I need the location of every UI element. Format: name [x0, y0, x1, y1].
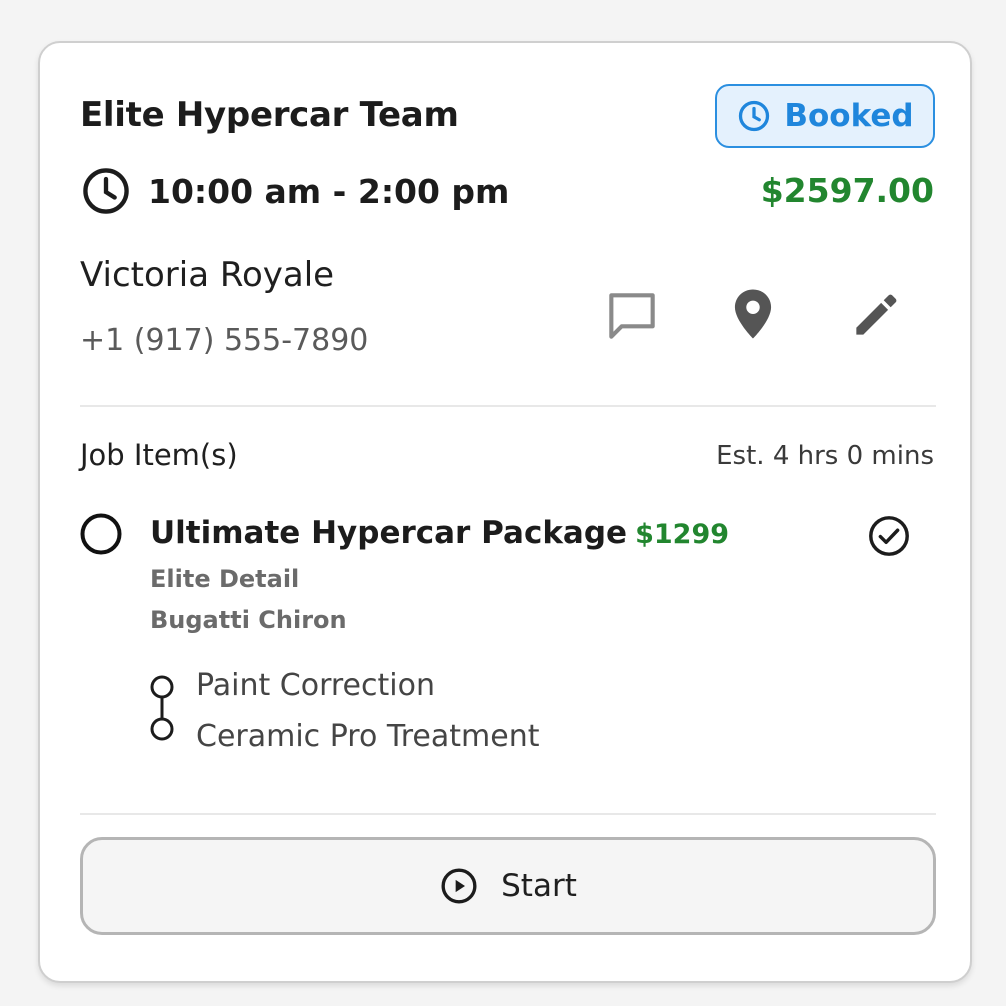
- start-button[interactable]: Start: [80, 837, 936, 935]
- service-timeline-icon: [150, 675, 174, 741]
- job-item-package: Elite Detail: [150, 565, 300, 593]
- job-item-name: Ultimate Hypercar Package: [150, 515, 628, 551]
- edit-pencil-icon[interactable]: [846, 283, 908, 345]
- customer-name: Victoria Royale: [80, 255, 335, 295]
- status-label: Booked: [784, 98, 914, 134]
- service-item: Paint Correction: [196, 668, 435, 703]
- job-item-title: Ultimate Hypercar Package $1299: [150, 515, 729, 551]
- customer-phone[interactable]: +1 (917) 555-7890: [80, 323, 368, 358]
- chat-icon[interactable]: [601, 285, 663, 347]
- divider: [80, 813, 936, 815]
- total-price: $2597.00: [760, 171, 934, 210]
- play-circle-icon: [441, 868, 477, 904]
- job-item-price: $1299: [635, 519, 730, 550]
- team-name: Elite Hypercar Team: [80, 95, 459, 135]
- job-item-vehicle: Bugatti Chiron: [150, 606, 347, 634]
- job-items-heading: Job Item(s): [80, 438, 238, 472]
- item-status-circle-icon[interactable]: [80, 513, 122, 555]
- time-range: 10:00 am - 2:00 pm: [148, 171, 510, 211]
- check-circle-icon[interactable]: [866, 513, 912, 559]
- location-pin-icon[interactable]: [722, 283, 784, 345]
- service-item: Ceramic Pro Treatment: [196, 719, 540, 754]
- time-estimate: Est. 4 hrs 0 mins: [716, 441, 934, 471]
- job-card: Elite Hypercar Team Booked 10:00 am - 2:…: [38, 41, 972, 983]
- start-button-label: Start: [501, 868, 577, 904]
- divider: [80, 405, 936, 407]
- clock-icon: [83, 168, 129, 214]
- status-badge[interactable]: Booked: [715, 84, 935, 148]
- time-row: 10:00 am - 2:00 pm: [80, 165, 509, 217]
- clock-icon: [739, 100, 770, 132]
